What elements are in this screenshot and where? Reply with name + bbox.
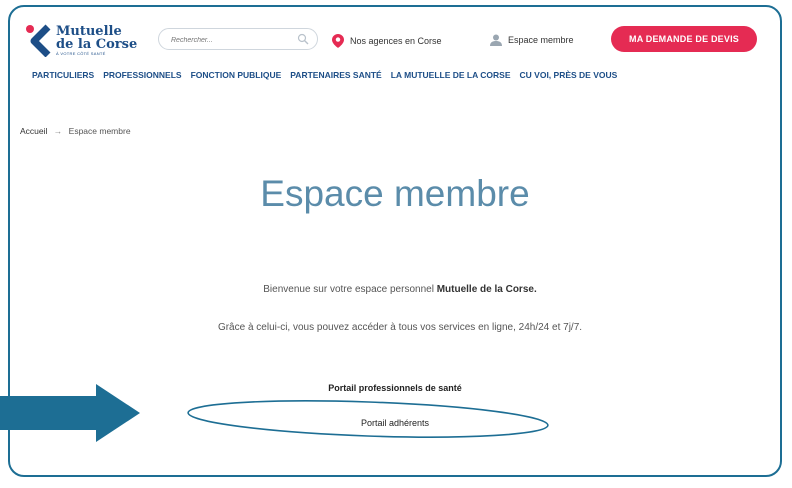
logo-tagline: À VOTRE CÔTÉ SANTÉ	[56, 51, 106, 56]
nav-item-partenaires-sante[interactable]: PARTENAIRES SANTÉ	[290, 70, 381, 80]
member-label: Espace membre	[508, 35, 574, 45]
welcome-prefix: Bienvenue sur votre espace personnel	[263, 284, 437, 295]
agencies-link[interactable]: Nos agences en Corse	[332, 34, 442, 48]
location-pin-icon	[332, 34, 344, 48]
members-portal-link[interactable]: Portail adhérents	[10, 418, 780, 428]
logo-text: Mutuelle de la Corse	[56, 25, 137, 51]
search-icon[interactable]	[297, 33, 309, 45]
welcome-text: Bienvenue sur votre espace personnel Mut…	[10, 284, 780, 295]
welcome-brand: Mutuelle de la Corse.	[436, 284, 537, 295]
breadcrumb-current: Espace membre	[68, 126, 131, 136]
member-space-link[interactable]: Espace membre	[490, 34, 574, 46]
breadcrumb-home[interactable]: Accueil	[20, 126, 47, 136]
services-text: Grâce à celui-ci, vous pouvez accéder à …	[217, 322, 583, 333]
nav-item-particuliers[interactable]: PARTICULIERS	[32, 70, 94, 80]
breadcrumb-separator: →	[53, 126, 63, 136]
nav-item-cu-voi[interactable]: CU VOI, PRÈS DE VOUS	[520, 70, 618, 80]
nav-item-fonction-publique[interactable]: FONCTION PUBLIQUE	[191, 70, 282, 80]
logo[interactable]: Mutuelle de la Corse À VOTRE CÔTÉ SANTÉ	[24, 21, 144, 61]
logo-line2: de la Corse	[56, 37, 138, 52]
breadcrumb: Accueil → Espace membre	[20, 126, 131, 136]
main-nav: PARTICULIERS PROFESSIONNELS FONCTION PUB…	[32, 70, 626, 80]
nav-item-professionnels[interactable]: PROFESSIONNELS	[103, 70, 181, 80]
nav-item-la-mutuelle[interactable]: LA MUTUELLE DE LA CORSE	[391, 70, 511, 80]
user-icon	[490, 34, 502, 46]
agencies-label: Nos agences en Corse	[350, 36, 442, 46]
page-title: Espace membre	[260, 173, 530, 214]
pros-portal-link[interactable]: Portail professionnels de santé	[10, 383, 780, 393]
search-box[interactable]	[158, 28, 318, 50]
quote-request-button[interactable]: MA DEMANDE DE DEVIS	[611, 26, 757, 52]
search-input[interactable]	[169, 32, 293, 48]
logo-mark-icon	[26, 24, 51, 57]
browser-frame: Mutuelle de la Corse À VOTRE CÔTÉ SANTÉ …	[8, 5, 782, 477]
